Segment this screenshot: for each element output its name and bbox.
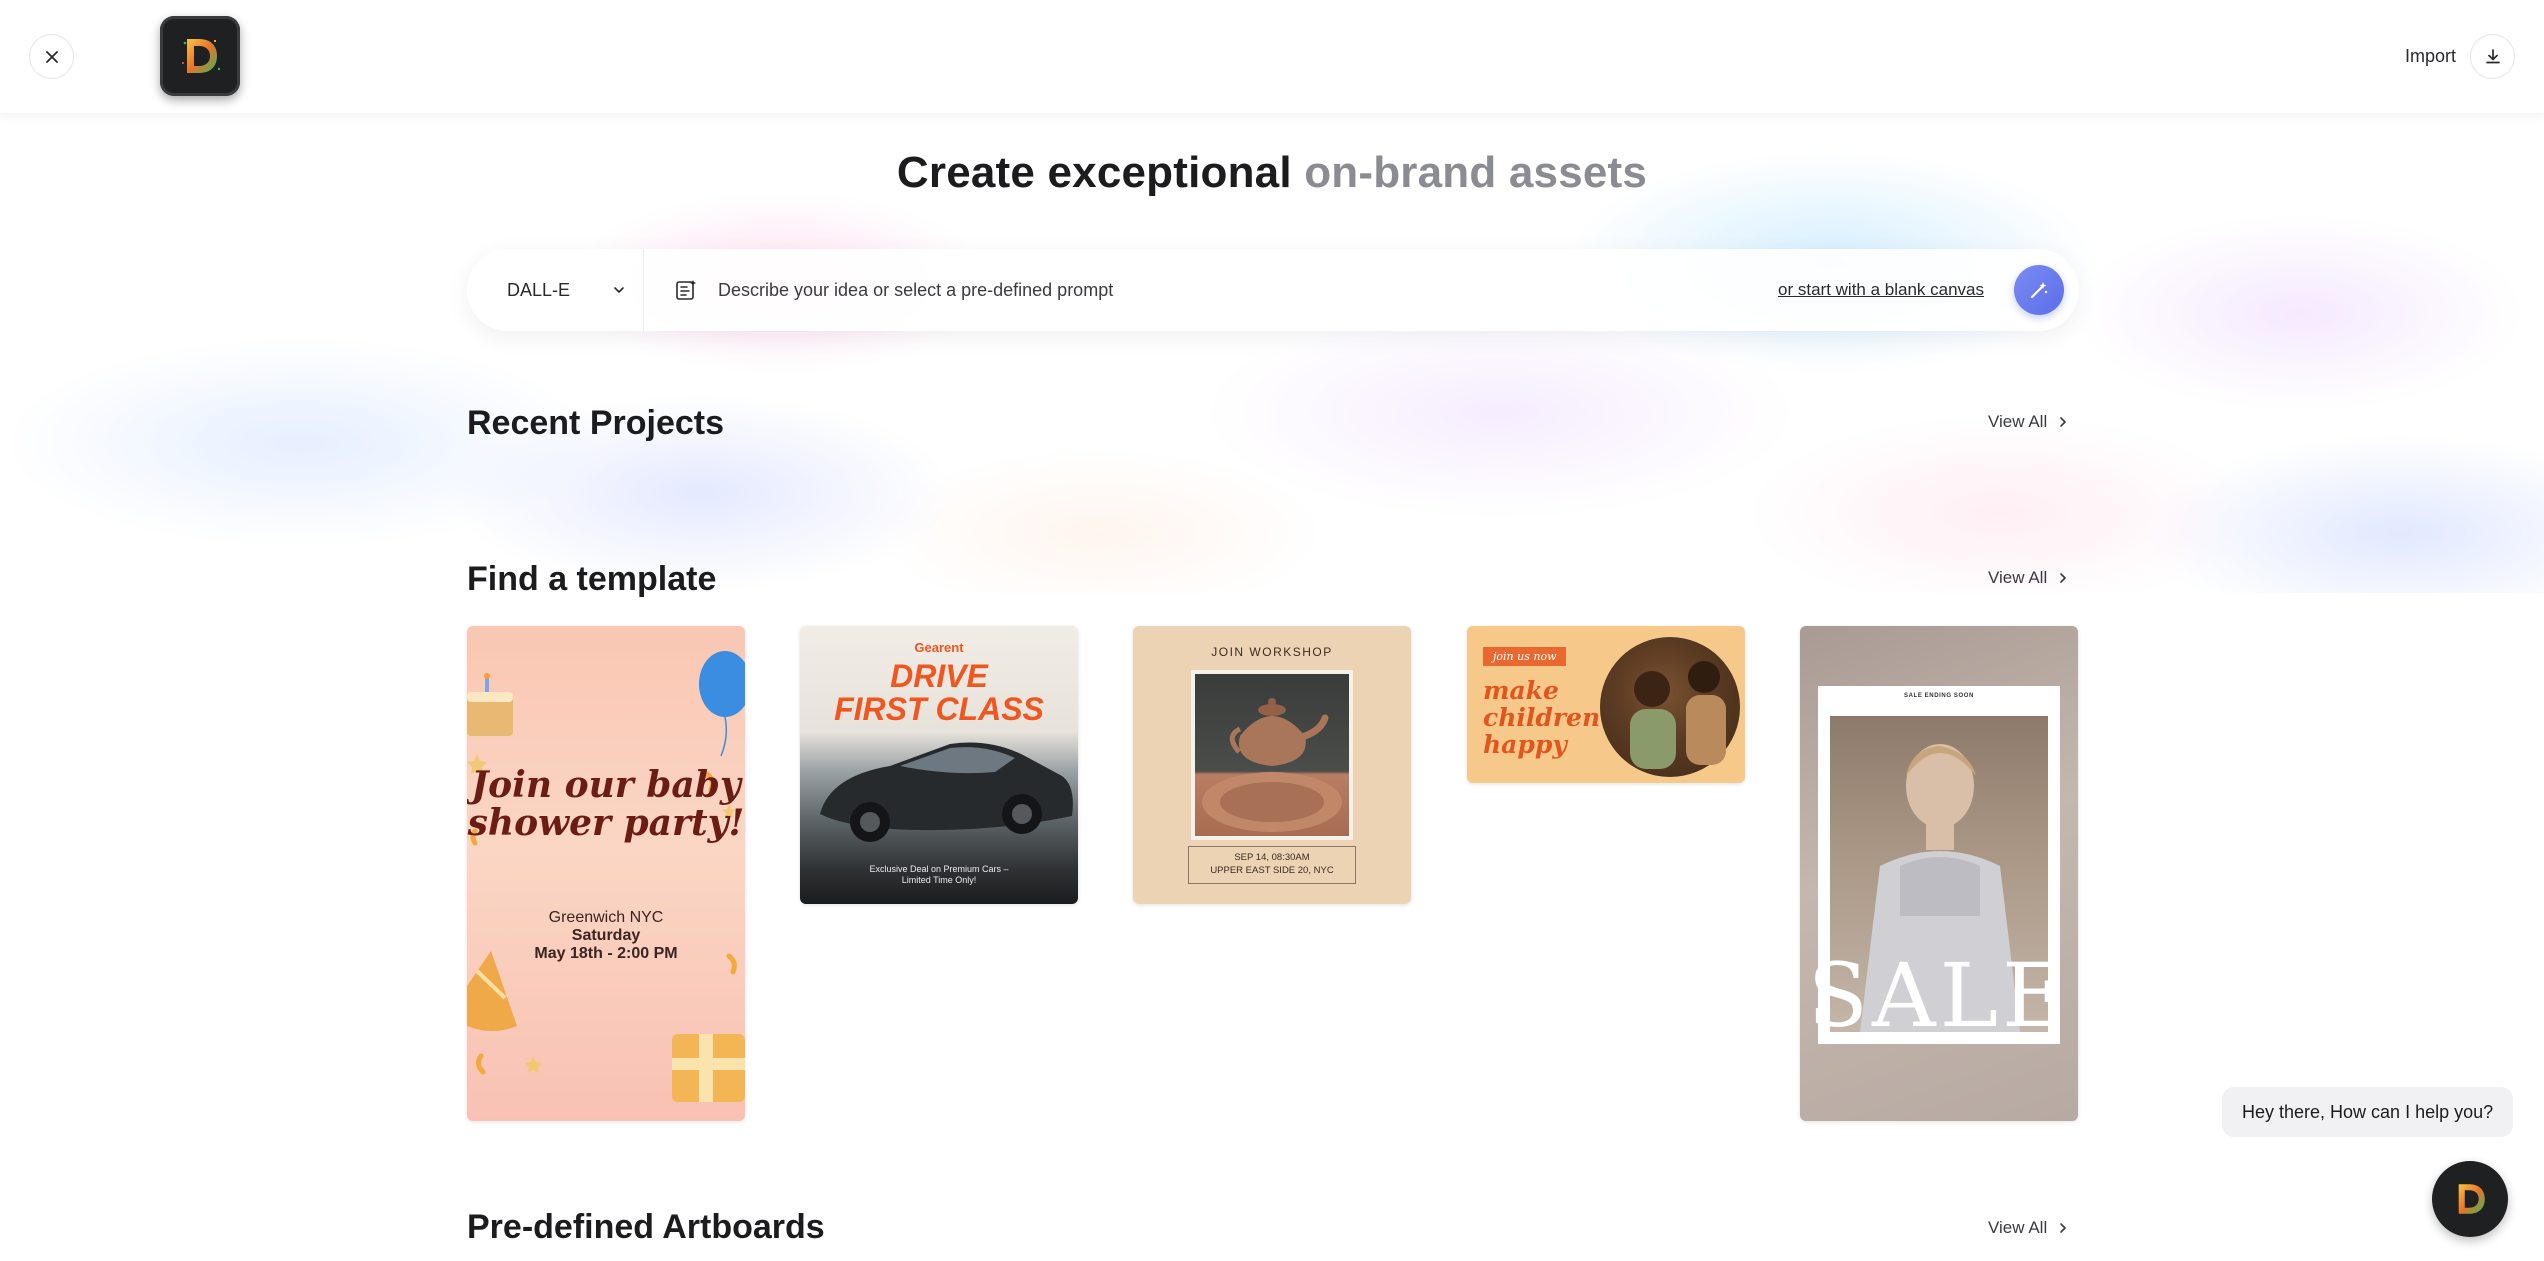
view-all-label: View All — [1988, 1218, 2048, 1237]
baby-shower-headline: Join our baby shower party! — [467, 764, 745, 844]
car-brand: Gearent — [914, 640, 964, 655]
children-text: make children happy — [1483, 677, 1600, 758]
workshop-place: UPPER EAST SIDE 20, NYC — [1210, 865, 1334, 876]
chevron-down-icon — [614, 287, 624, 293]
recent-projects-title: Recent Projects — [467, 404, 724, 442]
download-icon — [2485, 48, 2500, 63]
view-all-label: View All — [1988, 412, 2048, 431]
prompt-input[interactable] — [718, 249, 1779, 331]
chevron-right-icon — [2060, 1223, 2067, 1233]
workshop-heading: JOIN WORKSHOP — [1211, 645, 1333, 659]
find-template-title: Find a template — [467, 560, 717, 598]
sale-word: SALE — [1807, 944, 2071, 1047]
model-select-label: DALL-E — [507, 279, 571, 300]
model-select[interactable]: DALL-E — [467, 249, 644, 331]
teapot-image — [1202, 698, 1342, 832]
import-button[interactable]: Import — [2405, 34, 2515, 79]
template-card-sale[interactable]: SALE ENDING SOON SALE — [1800, 626, 2078, 1121]
template-card-car[interactable]: Gearent DRIVE FIRST CLASS Exclusive Deal… — [800, 626, 1078, 904]
baby-shower-location: Greenwich NYC — [548, 909, 664, 926]
prompt-library-icon[interactable] — [674, 278, 698, 302]
car-headline-line1: DRIVE — [890, 658, 988, 694]
top-bar: Import — [0, 0, 2544, 113]
prompt-bar: DALL-E or start with a blank canvas — [467, 249, 2079, 331]
generate-button[interactable] — [2014, 265, 2064, 315]
workshop-date: SEP 14, 08:30AM — [1234, 852, 1310, 863]
workshop-info-box: SEP 14, 08:30AM UPPER EAST SIDE 20, NYC — [1188, 846, 1356, 884]
chat-assistant-button[interactable] — [2432, 1161, 2508, 1237]
children-line2: children — [1483, 703, 1601, 732]
template-card-children[interactable]: join us now make children happy — [1467, 626, 1745, 783]
hero-title-main: Create exceptional — [896, 148, 1292, 197]
chat-greeting-bubble[interactable]: Hey there, How can I help you? — [2222, 1087, 2514, 1137]
car-headline-line2: FIRST CLASS — [834, 691, 1044, 727]
artboards-view-all[interactable]: View All — [1988, 1218, 2069, 1238]
template-card-workshop[interactable]: JOIN WORKSHOP SEP 14, 08:30AM UPPER EAST… — [1133, 626, 1411, 904]
d-logo-icon — [2458, 1184, 2485, 1214]
workshop-photo — [1191, 670, 1353, 840]
d-logo-icon — [182, 39, 221, 73]
car-footer-line1: Exclusive Deal on Premium Cars – — [869, 864, 1009, 874]
baby-shower-datetime: May 18th - 2:00 PM — [534, 945, 678, 962]
chevron-right-icon — [2060, 573, 2067, 583]
artboards-title: Pre-defined Artboards — [467, 1208, 825, 1246]
templates-view-all[interactable]: View All — [1988, 568, 2069, 588]
baby-shower-decorations — [467, 651, 745, 1102]
hero-title: Create exceptional on-brand assets — [0, 148, 2544, 198]
template-card-baby-shower[interactable]: Join our baby shower party! Greenwich NY… — [467, 626, 745, 1121]
baby-shower-day: Saturday — [571, 927, 641, 944]
magic-wand-icon — [2030, 282, 2048, 299]
children-line1: make — [1483, 676, 1559, 705]
sale-frame-label: SALE ENDING SOON — [1904, 693, 1974, 699]
hero-title-muted: on-brand assets — [1304, 148, 1648, 197]
children-image — [1630, 661, 1726, 769]
recent-projects-view-all[interactable]: View All — [1988, 412, 2069, 432]
close-icon — [45, 50, 58, 63]
children-line3: happy — [1483, 730, 1567, 759]
chevron-right-icon — [2060, 417, 2067, 427]
children-tag: join us now — [1483, 647, 1567, 666]
import-icon-wrap — [2470, 34, 2515, 79]
car-footer: Exclusive Deal on Premium Cars – Limited… — [800, 864, 1078, 886]
import-label: Import — [2404, 46, 2456, 66]
car-footer-line2: Limited Time Only! — [901, 875, 977, 885]
children-photo — [1600, 637, 1740, 777]
close-button[interactable] — [29, 34, 74, 79]
app-logo[interactable] — [160, 16, 240, 96]
blank-canvas-link[interactable]: or start with a blank canvas — [1778, 280, 1984, 300]
car-headline: DRIVE FIRST CLASS — [800, 660, 1078, 726]
view-all-label: View All — [1988, 568, 2048, 587]
